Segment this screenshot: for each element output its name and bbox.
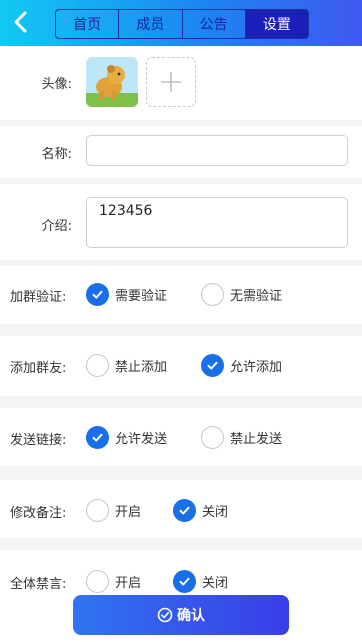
add-avatar-button[interactable] xyxy=(146,57,196,107)
setting-option[interactable]: 关闭 xyxy=(173,499,228,522)
confirm-button[interactable]: 确认 xyxy=(73,595,289,635)
radio-button[interactable] xyxy=(86,283,109,306)
setting-option[interactable]: 允许发送 xyxy=(86,426,167,449)
setting-option[interactable]: 无需验证 xyxy=(201,283,282,306)
radio-button[interactable] xyxy=(173,499,196,522)
radio-button[interactable] xyxy=(201,283,224,306)
confirm-label: 确认 xyxy=(177,608,205,624)
setting-label: 添加群友: xyxy=(10,361,67,376)
tab-home[interactable]: 首页 xyxy=(56,10,120,38)
radio-button[interactable] xyxy=(86,354,109,377)
radio-button[interactable] xyxy=(86,426,109,449)
setting-option[interactable]: 禁止发送 xyxy=(201,426,282,449)
setting-label: 修改备注: xyxy=(10,506,67,521)
setting-option[interactable]: 开启 xyxy=(86,499,141,522)
plus-icon xyxy=(161,72,181,92)
setting-option[interactable]: 禁止添加 xyxy=(86,354,167,377)
setting-option[interactable]: 允许添加 xyxy=(201,354,282,377)
radio-button[interactable] xyxy=(173,570,196,593)
check-icon xyxy=(92,433,103,442)
avatar-label: 头像: xyxy=(41,77,72,92)
group-avatar[interactable] xyxy=(86,57,138,107)
check-icon xyxy=(179,506,190,515)
radio-button[interactable] xyxy=(201,354,224,377)
setting-label: 发送链接: xyxy=(10,433,67,448)
name-label: 名称: xyxy=(41,147,72,162)
intro-textarea[interactable]: 123456 xyxy=(86,197,348,248)
back-arrow-icon[interactable] xyxy=(8,8,36,36)
setting-option[interactable]: 需要验证 xyxy=(86,283,167,306)
intro-label: 介绍: xyxy=(41,219,72,234)
setting-option[interactable]: 开启 xyxy=(86,570,141,593)
tab-announcements[interactable]: 公告 xyxy=(183,10,246,38)
setting-label: 全体禁言: xyxy=(10,577,67,592)
tab-settings[interactable]: 设置 xyxy=(245,10,308,38)
check-circle-icon xyxy=(157,607,173,623)
setting-label: 加群验证: xyxy=(10,290,67,305)
tab-members[interactable]: 成员 xyxy=(119,10,183,38)
check-icon xyxy=(207,361,218,370)
name-input[interactable] xyxy=(86,135,348,166)
check-icon xyxy=(92,290,103,299)
radio-button[interactable] xyxy=(201,426,224,449)
radio-button[interactable] xyxy=(86,499,109,522)
check-icon xyxy=(179,577,190,586)
top-bar: 首页 成员 公告 设置 xyxy=(0,0,362,46)
setting-option[interactable]: 关闭 xyxy=(173,570,228,593)
radio-button[interactable] xyxy=(86,570,109,593)
tab-bar: 首页 成员 公告 设置 xyxy=(55,9,309,39)
